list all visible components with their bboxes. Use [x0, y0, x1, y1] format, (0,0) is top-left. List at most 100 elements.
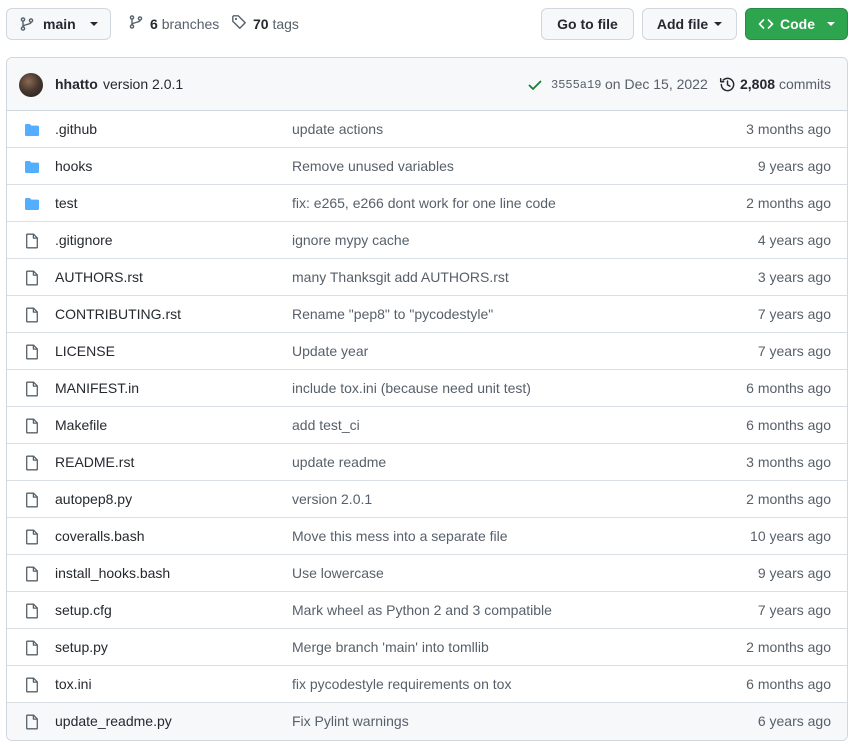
check-icon[interactable]	[527, 77, 543, 96]
commit-message-link[interactable]: Remove unused variables	[292, 158, 454, 174]
commit-message-link[interactable]: version 2.0.1	[292, 491, 372, 507]
file-name-link[interactable]: setup.cfg	[55, 602, 112, 618]
tags-count: 70	[253, 15, 269, 32]
file-name-link[interactable]: Makefile	[55, 417, 107, 433]
table-row[interactable]: Makefile add test_ci 6 months ago	[7, 407, 847, 444]
file-icon	[24, 381, 40, 397]
file-name-link[interactable]: .github	[55, 121, 97, 137]
file-name-link[interactable]: MANIFEST.in	[55, 380, 139, 396]
commit-message-link[interactable]: Rename "pep8" to "pycodestyle"	[292, 306, 493, 322]
commit-message-link[interactable]: Mark wheel as Python 2 and 3 compatible	[292, 602, 552, 618]
commit-message-link[interactable]: Merge branch 'main' into tomllib	[292, 639, 489, 655]
file-icon	[24, 307, 40, 323]
commit-age: 3 months ago	[746, 121, 831, 137]
table-row[interactable]: tox.ini fix pycodestyle requirements on t…	[7, 666, 847, 703]
file-icon	[24, 492, 40, 508]
file-name-link[interactable]: README.rst	[55, 454, 134, 470]
table-row[interactable]: AUTHORS.rst many Thanksgit add AUTHORS.rs…	[7, 259, 847, 296]
file-list: .github update actions 3 months ago hooks Re…	[7, 111, 847, 740]
table-row[interactable]: .github update actions 3 months ago	[7, 111, 847, 148]
commit-age: 2 months ago	[746, 491, 831, 507]
commit-age: 9 years ago	[757, 158, 831, 174]
branches-link[interactable]: 6 branches	[128, 14, 219, 33]
commit-sha[interactable]: 3555a19	[551, 78, 601, 92]
file-name-link[interactable]: coveralls.bash	[55, 528, 145, 544]
commit-message-link[interactable]: fix pycodestyle requirements on tox	[292, 676, 511, 692]
history-icon	[719, 76, 736, 96]
table-row[interactable]: LICENSE Update year 7 years ago	[7, 333, 847, 370]
file-name-link[interactable]: setup.py	[55, 639, 108, 655]
chevron-down-icon	[714, 22, 723, 26]
folder-icon	[24, 196, 40, 212]
table-row[interactable]: coveralls.bash Move this mess into a sepa…	[7, 518, 847, 555]
go-to-file-button[interactable]: Go to file	[541, 8, 634, 40]
avatar[interactable]	[19, 73, 43, 97]
table-row[interactable]: CONTRIBUTING.rst Rename "pep8" to "pycode…	[7, 296, 847, 333]
add-file-label: Add file	[656, 16, 709, 32]
branch-select-button[interactable]: main	[6, 8, 111, 40]
commit-message-link[interactable]: update actions	[292, 121, 383, 137]
commit-message[interactable]: version 2.0.1	[103, 76, 183, 92]
file-name-link[interactable]: CONTRIBUTING.rst	[55, 306, 181, 322]
git-branch-icon	[19, 16, 35, 32]
commit-age: 6 months ago	[746, 417, 831, 433]
commit-message-link[interactable]: Use lowercase	[292, 565, 384, 581]
branches-count: 6	[150, 15, 158, 32]
table-row[interactable]: MANIFEST.in include tox.ini (because need…	[7, 370, 847, 407]
commit-count: 2,808	[740, 76, 776, 92]
file-browser: hhatto version 2.0.1 3555a19 on Dec 15, …	[6, 57, 848, 741]
commit-message-link[interactable]: ignore mypy cache	[292, 232, 410, 248]
file-icon	[24, 529, 40, 545]
file-name-link[interactable]: .gitignore	[55, 232, 113, 248]
table-row[interactable]: README.rst update readme 3 months ago	[7, 444, 847, 481]
file-name-link[interactable]: test	[55, 195, 78, 211]
file-icon	[24, 603, 40, 619]
table-row[interactable]: setup.py Merge branch 'main' into tomllib…	[7, 629, 847, 666]
commit-age: 6 months ago	[746, 676, 831, 692]
commit-age: 3 months ago	[746, 454, 831, 470]
tag-icon	[231, 14, 247, 33]
table-row[interactable]: install_hooks.bash Use lowercase 9 years a…	[7, 555, 847, 592]
commit-message-link[interactable]: many Thanksgit add AUTHORS.rst	[292, 269, 509, 285]
commit-age: 7 years ago	[757, 343, 831, 359]
table-row[interactable]: setup.cfg Mark wheel as Python 2 and 3 co…	[7, 592, 847, 629]
commit-count-label: commits	[778, 76, 832, 92]
add-file-button[interactable]: Add file	[642, 8, 737, 40]
tags-label: tags	[272, 15, 299, 32]
file-name-link[interactable]: LICENSE	[55, 343, 115, 359]
commit-message-link[interactable]: Update year	[292, 343, 368, 359]
table-row[interactable]: hooks Remove unused variables 9 years ago	[7, 148, 847, 185]
commit-message-link[interactable]: include tox.ini (because need unit test)	[292, 380, 531, 396]
file-name-link[interactable]: hooks	[55, 158, 92, 174]
commit-message-link[interactable]: add test_ci	[292, 417, 360, 433]
branches-label: branches	[161, 15, 220, 32]
code-button[interactable]: Code	[745, 8, 848, 40]
table-row[interactable]: update_readme.py Fix Pylint warnings 6 yea…	[7, 703, 847, 740]
commit-age: 7 years ago	[757, 306, 831, 322]
file-name-link[interactable]: update_readme.py	[55, 713, 172, 729]
file-icon	[24, 566, 40, 582]
file-icon	[24, 233, 40, 249]
tags-link[interactable]: 70 tags	[231, 14, 299, 33]
file-name-link[interactable]: install_hooks.bash	[55, 565, 170, 581]
latest-commit-bar: hhatto version 2.0.1 3555a19 on Dec 15, …	[7, 58, 847, 111]
commits-link[interactable]: 2,808 commits	[740, 76, 831, 92]
file-icon	[24, 714, 40, 730]
file-name-link[interactable]: AUTHORS.rst	[55, 269, 143, 285]
git-branch-icon	[128, 14, 144, 33]
table-row[interactable]: autopep8.py version 2.0.1 2 months ago	[7, 481, 847, 518]
file-icon	[24, 455, 40, 471]
table-row[interactable]: test fix: e265, e266 dont work for one li…	[7, 185, 847, 222]
commit-message-link[interactable]: Fix Pylint warnings	[292, 713, 409, 729]
commit-age: 6 years ago	[757, 713, 831, 729]
folder-icon	[24, 159, 40, 175]
file-icon	[24, 418, 40, 434]
commit-message-link[interactable]: fix: e265, e266 dont work for one line c…	[292, 195, 556, 211]
commit-message-link[interactable]: Move this mess into a separate file	[292, 528, 508, 544]
commit-date: on Dec 15, 2022	[605, 76, 708, 92]
commit-author[interactable]: hhatto	[55, 76, 98, 92]
file-name-link[interactable]: tox.ini	[55, 676, 92, 692]
commit-message-link[interactable]: update readme	[292, 454, 386, 470]
table-row[interactable]: .gitignore ignore mypy cache 4 years ago	[7, 222, 847, 259]
file-name-link[interactable]: autopep8.py	[55, 491, 132, 507]
